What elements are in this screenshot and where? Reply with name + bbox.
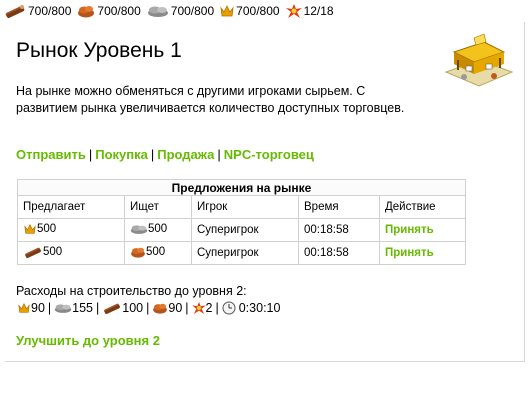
ore-icon xyxy=(78,6,95,18)
resource-wood-value: 700/800 xyxy=(28,4,72,18)
crown-gold-icon xyxy=(18,302,30,313)
market-nav: Отправить | Покупка | Продажа | NPC-торговец xyxy=(16,147,314,162)
accept-button[interactable]: Принять xyxy=(385,224,434,236)
resource-workers-value: 12/18 xyxy=(303,4,334,18)
cost-stone: 155 xyxy=(54,301,93,315)
market-description: На рынке можно обменяться с другими игро… xyxy=(16,84,405,115)
action-cell: Принять xyxy=(379,218,466,242)
workers-icon xyxy=(191,302,206,314)
nav-separator: | xyxy=(150,147,155,162)
page-title: Рынок Уровень 1 xyxy=(16,39,182,62)
cost-ore: 90 xyxy=(152,301,182,315)
stone-icon xyxy=(147,6,168,17)
cost-wood: 100 xyxy=(102,301,143,315)
resource-gold: 700/800 xyxy=(220,4,280,18)
crown-gold-icon xyxy=(220,5,234,17)
cost-workers-value: 2 xyxy=(205,301,213,315)
player-cell: Суперигрок xyxy=(191,218,299,242)
action-cell: Принять xyxy=(379,241,466,265)
upgrade-link[interactable]: Улучшить до уровня 2 xyxy=(16,333,160,348)
header-player: Игрок xyxy=(191,195,299,219)
header-time: Время xyxy=(298,195,380,219)
resource-stone-value: 700/800 xyxy=(170,4,215,18)
header-action: Действие xyxy=(379,195,466,219)
costs-label: Расходы на строительство до уровня 2: xyxy=(16,284,247,298)
resource-stone: 700/800 xyxy=(147,4,214,18)
nav-buy-link[interactable]: Покупка xyxy=(95,147,148,162)
cost-stone-value: 155 xyxy=(72,301,94,315)
cost-wood-value: 100 xyxy=(122,301,144,315)
cost-time: 0:30:10 xyxy=(222,301,281,315)
cost-separator: | xyxy=(185,301,189,315)
resource-ore: 700/800 xyxy=(77,4,141,18)
resource-bar: 700/800 700/800 700/800 700/800 12/18 xyxy=(4,3,340,19)
nav-sell-link[interactable]: Продажа xyxy=(157,147,214,162)
ore-icon xyxy=(153,303,168,314)
stone-icon xyxy=(130,224,148,234)
want-cell: 500 xyxy=(124,218,192,242)
workers-icon xyxy=(285,4,302,18)
stone-icon xyxy=(54,304,72,313)
cost-separator: | xyxy=(96,301,100,315)
cost-separator: | xyxy=(215,301,219,315)
crown-gold-icon xyxy=(24,223,36,234)
offer-amount: 500 xyxy=(37,222,57,235)
table-row: 500 500 Суперигрок 00:18:58 Принять xyxy=(17,241,466,265)
resource-workers: 12/18 xyxy=(285,4,334,18)
offer-cell: 500 xyxy=(17,241,125,265)
clock-icon xyxy=(222,301,236,315)
offers-table: Предложения на рынке Предлагает Ищет Игр… xyxy=(17,179,466,265)
resource-gold-value: 700/800 xyxy=(236,4,280,18)
want-amount: 500 xyxy=(148,222,168,235)
nav-separator: | xyxy=(88,147,93,162)
table-row: 500 500 Суперигрок 00:18:58 Принять xyxy=(17,218,466,242)
player-cell: Суперигрок xyxy=(191,241,299,265)
want-cell: 500 xyxy=(124,241,192,265)
time-cell: 00:18:58 xyxy=(298,218,380,242)
cost-workers: 2 xyxy=(191,301,213,315)
want-amount: 500 xyxy=(146,245,166,258)
offers-table-header: Предлагает Ищет Игрок Время Действие xyxy=(17,195,466,219)
wood-icon xyxy=(25,247,41,258)
cost-gold: 90 xyxy=(17,301,45,315)
nav-separator: | xyxy=(217,147,221,162)
ore-icon xyxy=(131,247,145,258)
cost-separator: | xyxy=(47,301,52,315)
cost-separator: | xyxy=(146,301,150,315)
frame-right-border xyxy=(524,22,525,362)
nav-send-link[interactable]: Отправить xyxy=(16,147,86,162)
accept-button[interactable]: Принять xyxy=(385,247,434,259)
time-cell: 00:18:58 xyxy=(298,241,380,265)
wood-icon xyxy=(5,5,25,18)
resource-ore-value: 700/800 xyxy=(97,4,141,18)
cost-gold-value: 90 xyxy=(31,301,45,315)
costs-list: 90 | 155 | 100 | 90 | 2 | 0:30:10 xyxy=(17,301,280,315)
nav-npc-trader-link[interactable]: NPC-торговец xyxy=(224,147,314,162)
offers-table-caption: Предложения на рынке xyxy=(17,179,466,196)
resource-wood: 700/800 xyxy=(4,4,71,18)
offer-cell: 500 xyxy=(17,218,125,242)
wood-icon xyxy=(104,303,121,314)
frame-bottom-border xyxy=(5,361,525,362)
offer-amount: 500 xyxy=(43,245,63,258)
header-wants: Ищет xyxy=(124,195,192,219)
header-offers: Предлагает xyxy=(17,195,125,219)
cost-time-value: 0:30:10 xyxy=(238,301,281,315)
market-building-icon xyxy=(444,33,514,87)
cost-ore-value: 90 xyxy=(168,301,183,315)
